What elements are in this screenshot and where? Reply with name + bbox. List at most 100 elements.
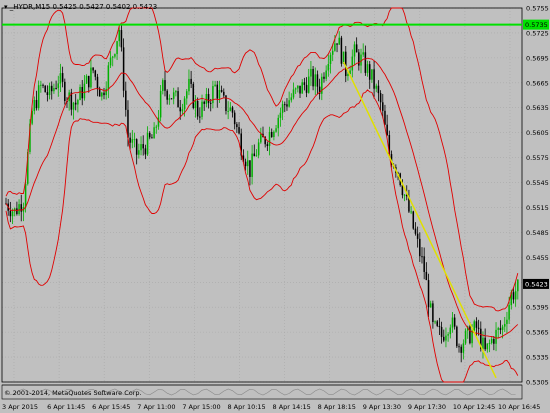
candle-body — [355, 44, 358, 53]
chart-window[interactable]: 0.5755 0.5725 0.5695 0.5665 0.5635 0.5605 0.55… — [0, 0, 550, 413]
candle-body — [410, 211, 412, 213]
candle-body — [227, 110, 229, 112]
candle-body — [55, 87, 57, 89]
candle-body — [512, 292, 515, 300]
candle-body — [177, 91, 179, 108]
candle-body — [347, 74, 349, 77]
candle-body — [216, 84, 219, 99]
candle-body — [129, 137, 131, 143]
candle-body — [423, 256, 425, 272]
candle-body — [249, 160, 251, 177]
candle-body — [366, 64, 369, 73]
dropdown-arrow-icon[interactable]: ▾ — [4, 3, 8, 11]
candle-body — [456, 326, 458, 347]
candle-body — [122, 47, 125, 91]
candle-body — [101, 92, 103, 97]
candle-body — [445, 335, 447, 341]
candle-body — [360, 54, 362, 66]
candle-body — [364, 52, 367, 73]
bb-middle-line — [5, 57, 519, 339]
candle-body — [229, 107, 232, 111]
candle-body — [233, 112, 236, 125]
y-tick-label: 0.5515 — [526, 204, 549, 212]
candle-body — [11, 211, 14, 217]
candle-body — [358, 52, 360, 66]
candle-body — [486, 343, 489, 350]
candle-body — [427, 280, 430, 308]
candle-body — [373, 69, 375, 89]
candle-body — [172, 92, 175, 99]
candle-body — [310, 68, 312, 77]
candle-body — [109, 57, 112, 66]
candle-body — [443, 336, 445, 341]
candle-body — [135, 139, 138, 155]
symbol-label: _HYDR,M15 — [9, 3, 51, 11]
candle-body — [286, 104, 288, 107]
candle-body — [133, 139, 136, 141]
candle-body — [142, 144, 144, 149]
x-tick-label: 7 Apr 11:00 — [137, 403, 175, 411]
candle-body — [168, 98, 171, 100]
candle-body — [94, 70, 97, 77]
candle-body — [236, 124, 238, 128]
candle-body — [125, 90, 127, 110]
candle-body — [40, 84, 42, 86]
y-tick-label: 0.5485 — [526, 229, 549, 237]
candle-body — [212, 86, 214, 104]
price-chart[interactable]: 0.5755 0.5725 0.5695 0.5665 0.5635 0.5605 0.55… — [0, 0, 550, 413]
candle-body — [325, 70, 327, 79]
candle-body — [368, 64, 371, 80]
candle-body — [16, 208, 18, 215]
candle-body — [199, 116, 201, 118]
candle-body — [275, 128, 277, 132]
x-tick-label: 3 Apr 2015 — [2, 403, 38, 411]
candle-body — [429, 303, 432, 308]
candle-body — [412, 211, 415, 229]
ohlc-open: 0.5425 — [52, 3, 77, 11]
ohlc-high: 0.5427 — [79, 3, 104, 11]
candle-body — [183, 98, 186, 110]
candle-body — [205, 93, 208, 104]
candle-body — [432, 303, 434, 323]
candle-body — [181, 109, 184, 112]
y-tick-label: 0.5605 — [526, 129, 549, 137]
trend-line[interactable] — [342, 61, 497, 379]
candle-body — [464, 330, 467, 344]
candle-body — [297, 85, 299, 89]
x-tick-label: 10 Apr 12:45 — [453, 403, 495, 411]
candle-body — [244, 161, 247, 167]
candle-body — [307, 76, 310, 93]
candle-body — [83, 83, 86, 99]
candle-body — [495, 329, 497, 344]
candle-body — [460, 346, 462, 353]
candle-body — [179, 107, 181, 112]
candle-body — [203, 101, 205, 104]
candle-body — [209, 102, 212, 104]
candle-body — [33, 99, 36, 111]
candle-body — [416, 233, 419, 239]
candle-body — [79, 87, 81, 101]
candle-body — [284, 104, 286, 106]
ohlc-low: 0.5402 — [105, 3, 131, 11]
candle-body — [477, 327, 480, 329]
candle-body — [201, 101, 203, 117]
candle-body — [61, 73, 64, 82]
candle-body — [281, 104, 284, 113]
candle-body — [170, 98, 173, 100]
candle-body — [338, 37, 340, 45]
candle-body — [140, 144, 142, 151]
candle-body — [238, 127, 240, 134]
x-tick-label: 9 Apr 17:30 — [408, 403, 446, 411]
y-tick-label: 0.5635 — [526, 104, 549, 112]
candle-body — [9, 210, 12, 217]
candle-body — [255, 155, 258, 157]
y-tick-label: 0.5455 — [526, 254, 549, 262]
candle-body — [506, 319, 508, 324]
candle-body — [144, 148, 147, 155]
candle-body — [53, 87, 55, 92]
y-tick-label: 0.5305 — [526, 379, 549, 387]
candle-body — [20, 204, 23, 212]
candle-body — [305, 84, 308, 93]
candle-body — [155, 126, 158, 128]
candle-body — [164, 80, 166, 91]
